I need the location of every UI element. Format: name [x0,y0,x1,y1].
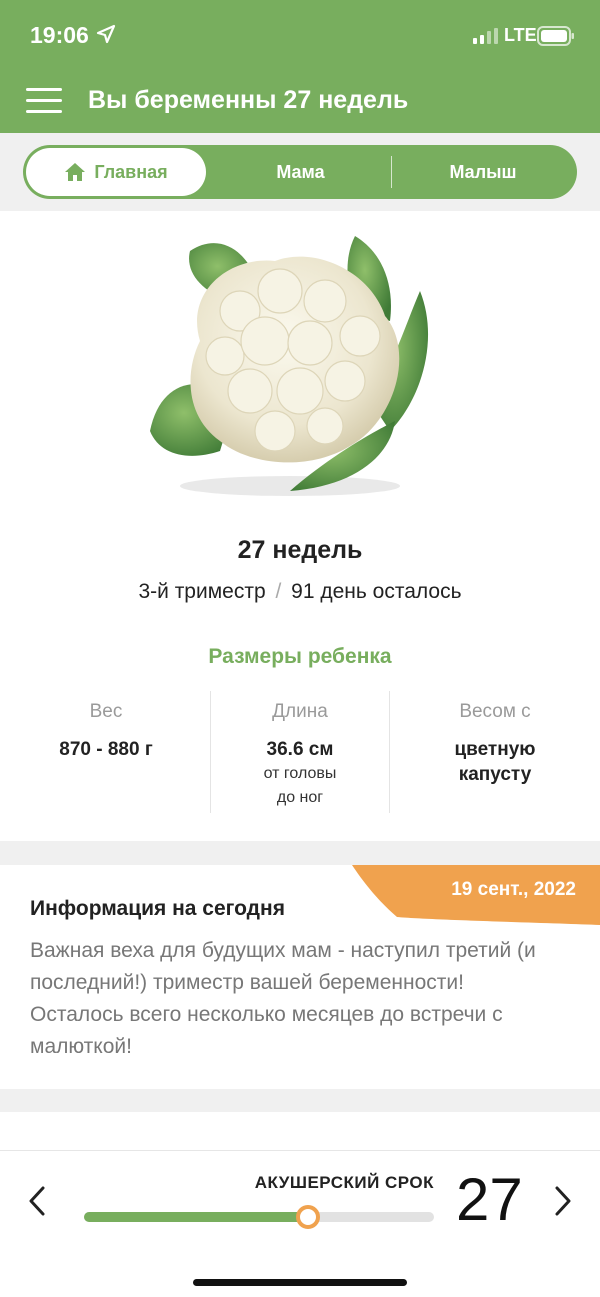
home-icon [65,163,86,181]
tabs-area: Главная Мама Малыш [0,133,600,211]
weeks-title: 27 недель [237,536,363,564]
tab-baby[interactable]: Малыш [418,145,548,199]
tab-bar: Главная Мама Малыш [23,145,577,199]
days-left: 91 день осталось [291,580,462,603]
info-text: Важная веха для будущих мам - наступил т… [30,939,536,1058]
stat-compare-line: цветную [454,739,536,760]
stat-weight: Вес 870 - 880 г [16,701,196,762]
chevron-left-icon[interactable] [26,1185,48,1217]
term-label: АКУШЕРСКИЙ СРОК [254,1173,434,1192]
stat-weight-value: 870 - 880 г [59,739,153,760]
baby-sizes-title: Размеры ребенка [208,645,392,668]
stat-compare-label: Весом с [459,701,531,722]
trimester-separator: / [275,580,282,603]
home-indicator[interactable] [193,1279,407,1286]
hamburger-menu-icon[interactable] [26,88,62,114]
signal-icon [473,28,498,44]
stat-compare: Весом с цветную капусту [405,701,585,787]
battery-icon [537,26,574,46]
app-header: Вы беременны 27 недель [0,70,600,133]
stat-divider [389,691,390,813]
daily-info-card[interactable]: 19 сент., 2022 Информация на сегодня Важ… [0,865,600,1089]
tab-divider [391,156,392,188]
stat-weight-label: Вес [89,701,123,722]
chevron-right-icon[interactable] [552,1185,574,1217]
tab-mama-label: Мама [276,161,325,182]
week-card: 27 недель 3-й триместр / 91 день осталос… [0,211,600,841]
tab-mama[interactable]: Мама [233,145,368,199]
info-title: Информация на сегодня [30,897,285,920]
tab-home-label: Главная [94,161,168,182]
home-indicator-area [0,1250,600,1297]
stat-compare-line: капусту [458,764,532,785]
week-selector-bar: АКУШЕРСКИЙ СРОК 27 [0,1150,600,1250]
slider-fill [84,1212,308,1222]
week-slider[interactable] [84,1205,434,1229]
stat-length-value: 36.6 см [266,739,334,760]
network-type: LTE [504,25,537,45]
status-bar: 19:06 LTE [0,0,600,70]
tab-home[interactable]: Главная [26,148,206,196]
slider-thumb[interactable] [296,1205,320,1229]
stat-compare-value: цветную капусту [405,737,585,787]
location-arrow-icon [96,24,116,44]
cauliflower-image [150,236,429,496]
stat-length-label: Длина [272,701,328,722]
stat-length-sub: до ног [276,789,324,806]
stat-length-sub: от головы [263,765,337,782]
status-time: 19:06 [30,22,89,48]
info-date: 19 сент., 2022 [451,879,576,900]
tab-baby-label: Малыш [449,161,517,182]
stat-length: Длина 36.6 см от головы до ног [210,701,390,810]
trimester-label: 3-й триместр [138,580,266,603]
page-title: Вы беременны 27 недель [88,86,409,114]
week-number: 27 [456,1166,523,1233]
trimester-info: 3-й триместр / 91 день осталось [0,580,600,604]
